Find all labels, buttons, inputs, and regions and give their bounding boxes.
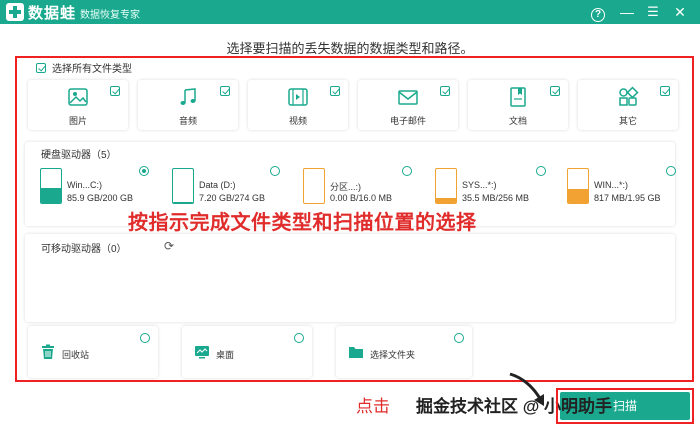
checkbox-checked-icon	[330, 86, 340, 96]
file-type-label: 视频	[288, 116, 307, 126]
drive-icon	[303, 168, 325, 204]
location-label: 回收站	[62, 350, 90, 360]
location-radio[interactable]	[294, 333, 304, 343]
desktop-icon	[195, 346, 209, 359]
drive-name: WIN...*:)	[594, 180, 628, 190]
email-icon	[398, 90, 418, 105]
document-icon	[510, 87, 526, 107]
drive-icon	[172, 168, 194, 204]
file-type-other[interactable]: 其它	[578, 80, 678, 130]
drive-radio-selected[interactable]	[139, 166, 149, 176]
app-logo: 数据蛙	[6, 2, 76, 22]
help-icon: ?	[591, 8, 605, 22]
drive-size: 85.9 GB/200 GB	[67, 193, 134, 203]
location-radio[interactable]	[454, 333, 464, 343]
location-radio[interactable]	[140, 333, 150, 343]
drive-size: 817 MB/1.95 GB	[594, 193, 661, 203]
drive-name: SYS...*:)	[462, 180, 497, 190]
music-icon	[180, 88, 196, 105]
drive-size: 7.20 GB/274 GB	[199, 193, 266, 203]
select-all-label: 选择所有文件类型	[52, 64, 132, 75]
select-all-checkbox[interactable]: 选择所有文件类型	[36, 60, 132, 75]
click-hint: 点击	[356, 397, 390, 416]
file-type-label: 电子邮件	[389, 116, 426, 126]
drive-radio[interactable]	[536, 166, 546, 176]
location-desktop[interactable]: 桌面	[182, 326, 312, 378]
instruction-text: 选择要扫描的丢失数据的数据类型和路径。	[226, 41, 474, 56]
location-recycle-bin[interactable]: 回收站	[28, 326, 158, 378]
image-icon	[68, 88, 88, 106]
checkbox-checked-icon	[440, 86, 450, 96]
checkbox-checked-icon	[660, 86, 670, 96]
checkbox-checked-icon	[110, 86, 120, 96]
checkbox-checked-icon	[220, 86, 230, 96]
close-button[interactable]: ✕	[670, 2, 690, 22]
title-bar: 数据蛙 数据恢复专家 ? — ☰ ✕	[0, 0, 700, 24]
checkbox-checked-icon	[36, 62, 46, 73]
file-type-document[interactable]: 文档	[468, 80, 568, 130]
video-icon	[288, 88, 308, 106]
drive-radio[interactable]	[270, 166, 280, 176]
app-name: 数据蛙	[28, 4, 77, 22]
location-select-folder[interactable]: 选择文件夹	[336, 326, 472, 378]
file-type-video[interactable]: 视频	[248, 80, 348, 130]
file-type-label: 其它	[618, 116, 637, 126]
drive-name: Win...C:)	[67, 180, 102, 190]
drive-name: Data (D:)	[199, 180, 236, 190]
drive-name: 分区...:)	[330, 182, 361, 192]
help-button[interactable]: ?	[588, 2, 608, 22]
drive-icon	[567, 168, 589, 204]
drive-size: 35.5 MB/256 MB	[462, 193, 530, 203]
overlay-annotation: 按指示完成文件类型和扫描位置的选择	[128, 212, 477, 234]
minimize-button[interactable]: —	[617, 2, 637, 22]
file-type-audio[interactable]: 音频	[138, 80, 238, 130]
watermark-text: 掘金技术社区 @ 小明助手	[416, 397, 613, 416]
app-subtitle: 数据恢复专家	[80, 10, 140, 21]
logo-cross-icon	[6, 3, 24, 21]
folder-icon	[349, 347, 363, 358]
file-type-image[interactable]: 图片	[28, 80, 128, 130]
file-type-email[interactable]: 电子邮件	[358, 80, 458, 130]
drive-radio[interactable]	[402, 166, 412, 176]
checkbox-checked-icon	[550, 86, 560, 96]
drive-size: 0.00 B/16.0 MB	[330, 193, 393, 203]
file-type-label: 音频	[178, 116, 197, 126]
hard-drive-title: 硬盘驱动器（5）	[41, 150, 117, 161]
location-label: 桌面	[216, 350, 235, 360]
drive-icon	[435, 168, 457, 204]
file-type-label: 图片	[68, 116, 87, 126]
file-type-label: 文档	[508, 116, 527, 126]
menu-button[interactable]: ☰	[643, 2, 663, 22]
drive-radio[interactable]	[666, 166, 676, 176]
removable-drive-title: 可移动驱动器（0）	[41, 244, 127, 255]
recycle-bin-icon	[42, 344, 54, 359]
other-icon	[619, 86, 639, 106]
location-label: 选择文件夹	[370, 350, 416, 360]
drive-icon	[40, 168, 62, 204]
refresh-icon[interactable]: ⟳	[164, 239, 178, 253]
